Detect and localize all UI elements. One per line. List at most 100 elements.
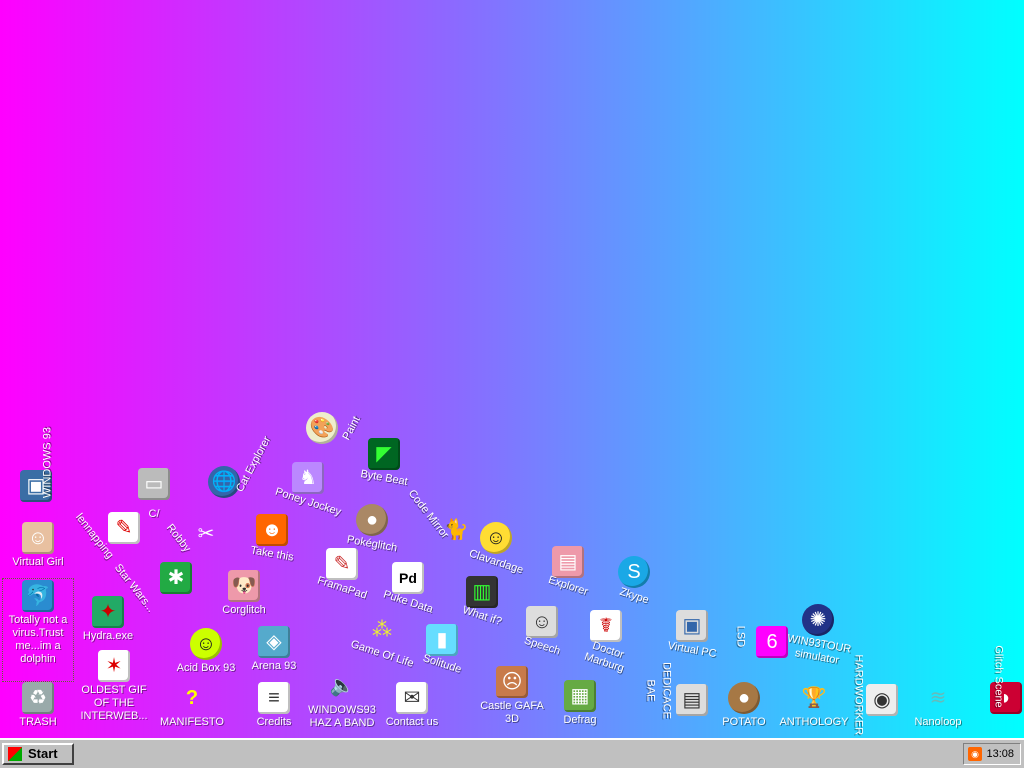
star-wars-icon[interactable]: ✱ Star Wars...: [112, 562, 212, 615]
explorer-icon[interactable]: ▤ Explorer: [532, 546, 604, 598]
manifesto-icon[interactable]: ? MANIFESTO: [156, 682, 228, 729]
hydra-icon[interactable]: ✦ Hydra.exe: [72, 596, 144, 643]
hydra-label: Hydra.exe: [82, 630, 134, 642]
rss-icon[interactable]: ◉: [968, 747, 982, 761]
arena-label: Arena 93: [251, 660, 297, 672]
virtual-girl-label: Virtual Girl: [12, 556, 64, 568]
owl-icon: ◉: [866, 684, 898, 716]
contact-icon[interactable]: ✉ Contact us: [376, 682, 448, 729]
notepad-icon: ✎: [326, 548, 358, 580]
defrag-icon[interactable]: ▦ Defrag: [544, 680, 616, 727]
dedicace-icon[interactable]: DEDICACE ▤: [630, 662, 708, 719]
corglitch-icon[interactable]: 🐶 Corglitch: [208, 570, 280, 617]
solitude-icon[interactable]: ▮ Solitude: [406, 624, 478, 676]
credits-label: Credits: [256, 716, 292, 728]
start-button[interactable]: Start: [2, 743, 74, 765]
cells-icon: ⁂: [372, 619, 392, 641]
glitch-scene-icon[interactable]: ◗ Glitch Scene: [970, 645, 1024, 716]
desktop[interactable]: ▣ WINDOWS 93 ☺ Virtual Girl 🐬 Totally no…: [0, 0, 1024, 738]
drive-icon: ▭: [138, 468, 170, 500]
face-icon: ☺: [22, 522, 54, 554]
dolphin-app-icon: 🐬: [22, 580, 54, 612]
document-icon: ≡: [258, 682, 290, 714]
chat-icon: ☺: [480, 522, 512, 554]
taskbar: Start ◉ 13:08: [0, 738, 1024, 768]
arena-icon[interactable]: ◈ Arena 93: [238, 626, 310, 673]
old-man-icon: ☻: [256, 514, 288, 546]
palette-icon: 🎨: [306, 412, 338, 444]
potato-label: POTATO: [722, 716, 766, 728]
clock[interactable]: 13:08: [986, 744, 1014, 764]
yoda-icon: ✱: [160, 562, 192, 594]
defrag-label: Defrag: [563, 714, 597, 726]
speech-icon[interactable]: ☺ Speech: [506, 606, 578, 657]
acid-box-icon[interactable]: ☺ Acid Box 93: [170, 628, 242, 675]
potato-icon[interactable]: ● POTATO: [708, 682, 780, 729]
speaker-icon: 🔈: [329, 675, 355, 697]
bytebeat-app-icon: ◤: [368, 438, 400, 470]
smiley-icon: ☺: [190, 628, 222, 660]
cat-explorer-label: Cat Explorer: [233, 434, 274, 495]
trophy-icon: 🏆: [801, 687, 827, 709]
dolphin-icon[interactable]: 🐬 Totally not a virus.Trust me...im a do…: [2, 580, 74, 666]
credits-icon[interactable]: ≡ Credits: [238, 682, 310, 729]
trash-icon[interactable]: ♻ TRASH: [2, 682, 74, 729]
windows93-band-label: WINDOWS93 HAZ A BAND: [308, 704, 376, 729]
vortex-icon: ✺: [802, 604, 834, 636]
lsd-label: LSD: [734, 625, 747, 648]
pd-icon: Pd: [392, 562, 424, 594]
nanoloop-icon[interactable]: ≋ Nanoloop: [902, 682, 974, 729]
dedicace-label: DEDICACE: [660, 662, 673, 719]
pokeglitch-icon[interactable]: ● Pokéglitch: [336, 504, 408, 554]
windows-logo-icon: [8, 747, 22, 761]
castle-gafa-label: Castle GAFA 3D: [480, 700, 544, 725]
card-icon: ▮: [426, 624, 458, 656]
oldest-gif-icon[interactable]: ✶ OLDEST GIF OF THE INTERWEB...: [78, 650, 150, 723]
face-icon: ☺: [526, 606, 558, 638]
start-label: Start: [28, 746, 58, 761]
manifesto-label: MANIFESTO: [160, 716, 224, 728]
potato-app-icon: ●: [728, 682, 760, 714]
dragon-icon: ✦: [92, 596, 124, 628]
pony-icon: ♞: [292, 462, 324, 494]
zkype-icon[interactable]: S Zkype: [598, 556, 670, 606]
hardworker-icon[interactable]: HARDWORKER ◉: [828, 655, 900, 735]
scissors-icon: ✂: [197, 523, 215, 545]
dolphin-label: Totally not a virus.Trust me...im a dolp…: [8, 614, 68, 665]
cat-explorer-icon[interactable]: 🌐 Cat Explorer: [188, 434, 273, 500]
zkype-app-icon: S: [618, 556, 650, 588]
face-icon: ☹: [496, 666, 528, 698]
framapad-icon[interactable]: ✎ FramaPad: [306, 548, 378, 602]
doctor-marburg-icon[interactable]: ☤ Doctor Marburg: [570, 610, 642, 675]
puke-data-icon[interactable]: Pd Puke Data: [372, 562, 444, 616]
doctor-icon: ☤: [590, 610, 622, 642]
question-mark-icon: ?: [185, 687, 199, 709]
pokeglitch-app-icon: ●: [356, 504, 388, 536]
castle-gafa-icon[interactable]: ☹ Castle GAFA 3D: [476, 666, 548, 726]
acid-box-label: Acid Box 93: [176, 662, 236, 674]
windows-tour-icon[interactable]: ✺ WIN93TOUR simulator: [782, 604, 854, 667]
cube-icon: ◈: [258, 626, 290, 658]
window-icon: ▤: [552, 546, 584, 578]
oldest-gif-label: OLDEST GIF OF THE INTERWEB...: [80, 684, 148, 722]
glitch-scene-label: Glitch Scene: [992, 645, 1005, 708]
recycle-bin-icon: ♻: [22, 682, 54, 714]
terminal-icon: ▥: [466, 576, 498, 608]
nanoloop-label: Nanoloop: [914, 716, 962, 728]
take-this-icon[interactable]: ☻ Take this: [236, 514, 308, 564]
byte-beat-icon[interactable]: ◤ Byte Beat: [348, 438, 420, 488]
defrag-app-icon: ▦: [564, 680, 596, 712]
windows93-icon[interactable]: ▣ WINDOWS 93: [0, 427, 72, 504]
windows93-band-icon[interactable]: 🔈 WINDOWS93 HAZ A BAND: [306, 670, 378, 730]
windows-tour-label: WIN93TOUR simulator: [786, 632, 853, 667]
virtual-girl-icon[interactable]: ☺ Virtual Girl: [2, 522, 74, 569]
film-icon: ▤: [676, 684, 708, 716]
windows93-label: WINDOWS 93: [41, 427, 54, 498]
robby-icon[interactable]: ✂ Robby: [164, 518, 242, 554]
wave-icon: ≋: [929, 687, 947, 709]
clavardage-icon[interactable]: ☺ Clavardage: [460, 522, 532, 576]
hardworker-label: HARDWORKER: [852, 654, 865, 736]
system-tray: ◉ 13:08: [963, 743, 1021, 765]
virtual-pc-icon[interactable]: ▣ Virtual PC: [656, 610, 728, 660]
poney-jockey-icon[interactable]: ♞ Poney Jockey: [272, 462, 344, 518]
